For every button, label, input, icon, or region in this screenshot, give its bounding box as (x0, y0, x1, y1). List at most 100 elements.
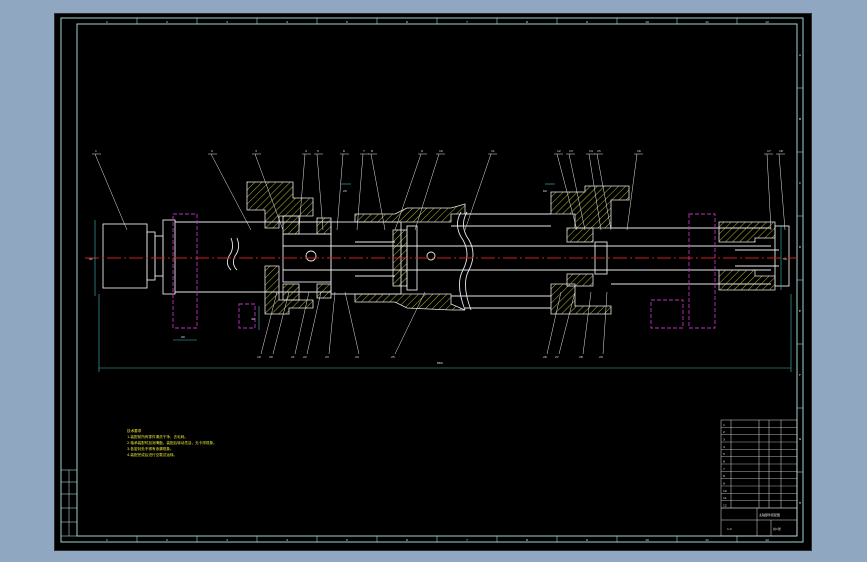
leader-lines (92, 153, 786, 355)
dim-right-height: 50 (783, 257, 787, 261)
dim-small-b: 20 (343, 189, 347, 193)
zone-number: 9 (586, 20, 588, 24)
zone-number: 11 (705, 20, 709, 24)
part-balloon: 12 (557, 149, 561, 153)
zone-number: 10 (645, 20, 649, 24)
part-balloon: 24 (355, 355, 359, 359)
part-balloon: 29 (599, 355, 603, 359)
zone-letter: D (799, 245, 802, 249)
bom-row-number: 11 (723, 496, 727, 500)
zone-number: 7 (466, 20, 468, 24)
zone-number: 10 (645, 538, 649, 542)
part-balloons-bottom: 19 20 21 22 23 24 25 26 27 28 29 (257, 355, 603, 359)
part-balloon: 6 (343, 149, 345, 153)
zone-number: 5 (346, 20, 348, 24)
dim-small-a: 40 (251, 317, 255, 321)
tech-note-2: 2.轴承装配时加润滑脂，装配后转动灵活，无卡滞现象。 (127, 440, 217, 445)
part-balloon: 10 (439, 149, 443, 153)
bom-row-number: 9 (723, 482, 725, 486)
part-balloon: 2 (211, 149, 213, 153)
zone-number: 4 (286, 538, 288, 542)
zone-letter: B (799, 117, 801, 121)
bom-row-number: 7 (723, 467, 725, 471)
drawing-viewport[interactable]: 1 1 2 2 3 3 4 4 5 5 6 6 7 7 8 8 9 9 10 10 11 11 12 12 ABCDEFGH (54, 13, 812, 551)
part-balloon: 11 (491, 149, 495, 153)
zone-number: 8 (526, 538, 528, 542)
assembly-drawing: 112233445566778899101011111212 ABCDEFGH (60, 17, 804, 543)
zone-number: 4 (286, 20, 288, 24)
tech-note-3: 3.各密封处不得有渗漏现象。 (127, 446, 174, 451)
bom-row-number: 4 (723, 445, 725, 449)
part-balloon: 27 (555, 355, 559, 359)
zone-letter: A (799, 53, 802, 57)
part-balloon: 20 (269, 355, 273, 359)
zone-letter: F (799, 373, 801, 377)
part-balloon: 25 (391, 355, 395, 359)
zone-numbers: 112233445566778899101011111212 (106, 20, 769, 542)
bom-row-number: 8 (723, 474, 725, 478)
part-balloon: 16 (637, 149, 641, 153)
bom-row-number: 6 (723, 460, 725, 464)
bom-row-number: 2 (723, 430, 725, 434)
part-balloon: 23 (325, 355, 329, 359)
section-hatching (246, 181, 776, 315)
zone-number: 1 (106, 538, 108, 542)
zone-letters: A B C D E F G H (799, 53, 802, 505)
part-balloon: 18 (779, 149, 783, 153)
bom-row-number: 12 (723, 504, 727, 508)
zone-number: 2 (166, 538, 168, 542)
part-balloon: 15 (597, 149, 601, 153)
zone-number: 2 (166, 20, 168, 24)
zone-number: 1 (106, 20, 108, 24)
zone-number: 3 (226, 538, 228, 542)
part-balloon: 28 (579, 355, 583, 359)
zone-letter: H (799, 501, 801, 505)
part-balloon: 26 (543, 355, 547, 359)
part-balloon: 1 (95, 149, 97, 153)
dim-flange-width: 90 (181, 335, 185, 339)
zone-letter: G (799, 437, 802, 441)
part-balloon: 3 (255, 149, 257, 153)
left-margin-table (60, 469, 78, 537)
part-balloon: 21 (291, 355, 295, 359)
part-balloon: 13 (569, 149, 573, 153)
zone-number: 7 (466, 538, 468, 542)
zone-number: 8 (526, 20, 528, 24)
tech-note-heading: 技术要求 (127, 428, 142, 433)
zone-number: 12 (765, 20, 769, 24)
part-balloon: 7 (363, 149, 365, 153)
part-balloon: 9 (421, 149, 423, 153)
drawing-title: 主轴部件装配图 (759, 512, 780, 517)
drawing-scale: 1:2 (727, 527, 732, 531)
technical-notes: 技术要求 1.装配前所有零件清洗干净，去毛刺。 2.轴承装配时加润滑脂，装配后转… (127, 428, 217, 457)
dim-overall-length: 880 (437, 361, 443, 365)
part-balloon: 19 (257, 355, 261, 359)
bom-row-number: 5 (723, 452, 725, 456)
zone-number: 5 (346, 538, 348, 542)
part-balloon: 8 (371, 149, 373, 153)
part-balloon: 4 (305, 149, 307, 153)
zone-number: 9 (586, 538, 588, 542)
zone-number: 6 (406, 538, 408, 542)
outer-frame (60, 17, 804, 543)
part-balloon: 5 (317, 149, 319, 153)
zone-number: 12 (765, 538, 769, 542)
drawing-sheet: 共1张 (773, 526, 781, 531)
phantom-lines (172, 213, 716, 329)
bill-of-materials (720, 419, 798, 537)
part-balloon: 17 (767, 149, 771, 153)
part-balloons-top: 1 2 3 4 5 6 7 8 9 10 11 12 13 14 15 16 17 18 (95, 149, 783, 153)
bom-row-number: 10 (723, 489, 727, 493)
part-balloon: 14 (589, 149, 593, 153)
dim-left-height: 92 (89, 257, 93, 261)
tech-note-4: 4.装配完成后进行空载试运转。 (127, 452, 177, 457)
bom-row-number: 3 (723, 438, 725, 442)
bom-row-number: 1 (723, 423, 725, 427)
dim-small-c: 60 (543, 189, 547, 193)
zone-markers (136, 18, 803, 542)
tech-note-1: 1.装配前所有零件清洗干净，去毛刺。 (127, 434, 188, 439)
zone-number: 3 (226, 20, 228, 24)
zone-number: 6 (406, 20, 408, 24)
zone-letter: C (799, 181, 801, 185)
zone-letter: E (799, 309, 801, 313)
